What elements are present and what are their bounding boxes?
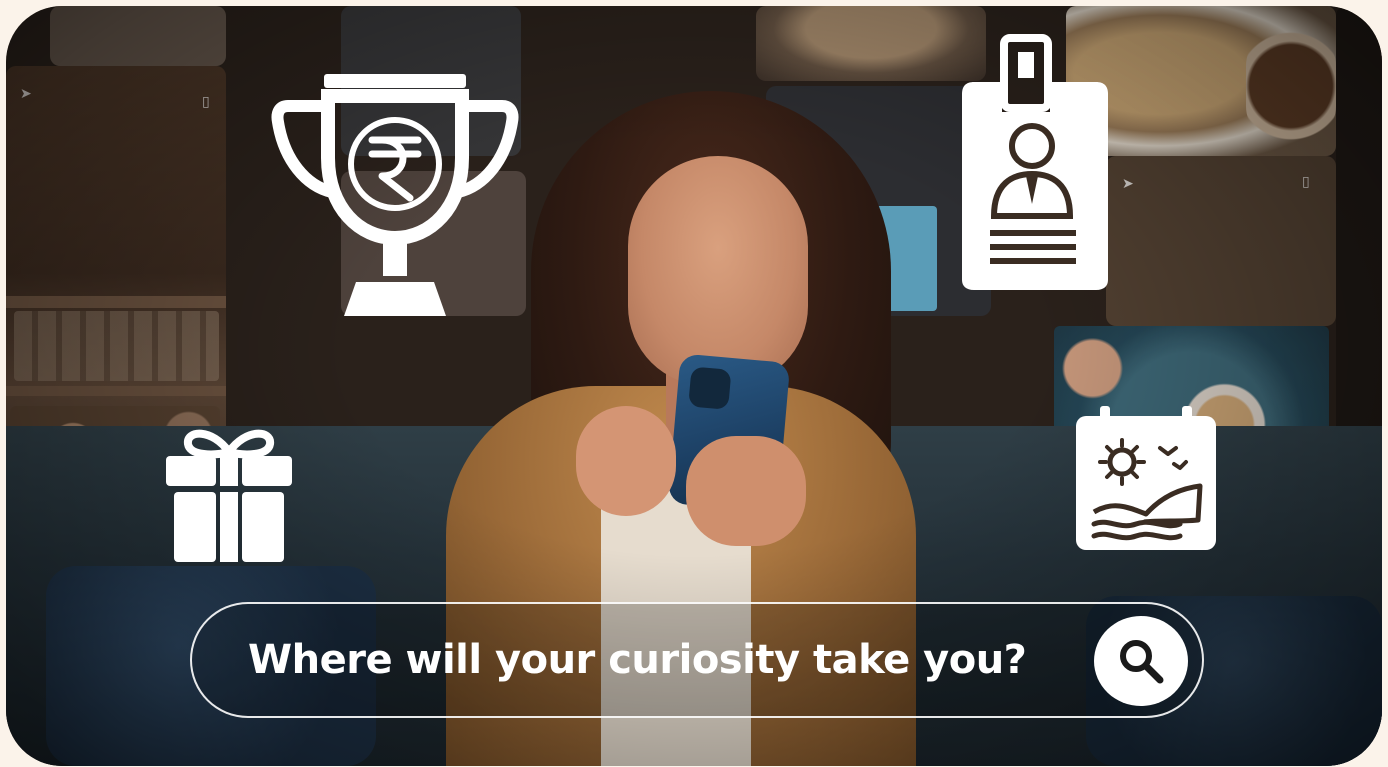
gift-icon — [164, 426, 294, 564]
trophy-rupee-icon — [270, 68, 520, 318]
search-bar[interactable]: Where will your curiosity take you? — [190, 602, 1204, 718]
search-prompt[interactable]: Where will your curiosity take you? — [248, 604, 1027, 716]
id-badge-icon — [954, 34, 1114, 292]
search-icon — [1120, 640, 1164, 684]
search-button[interactable] — [1094, 616, 1188, 706]
calendar-beach-icon — [1074, 404, 1218, 552]
hero-banner: ➤ ▯ ➤ ▯ ♡ ▯ — [6, 6, 1382, 766]
